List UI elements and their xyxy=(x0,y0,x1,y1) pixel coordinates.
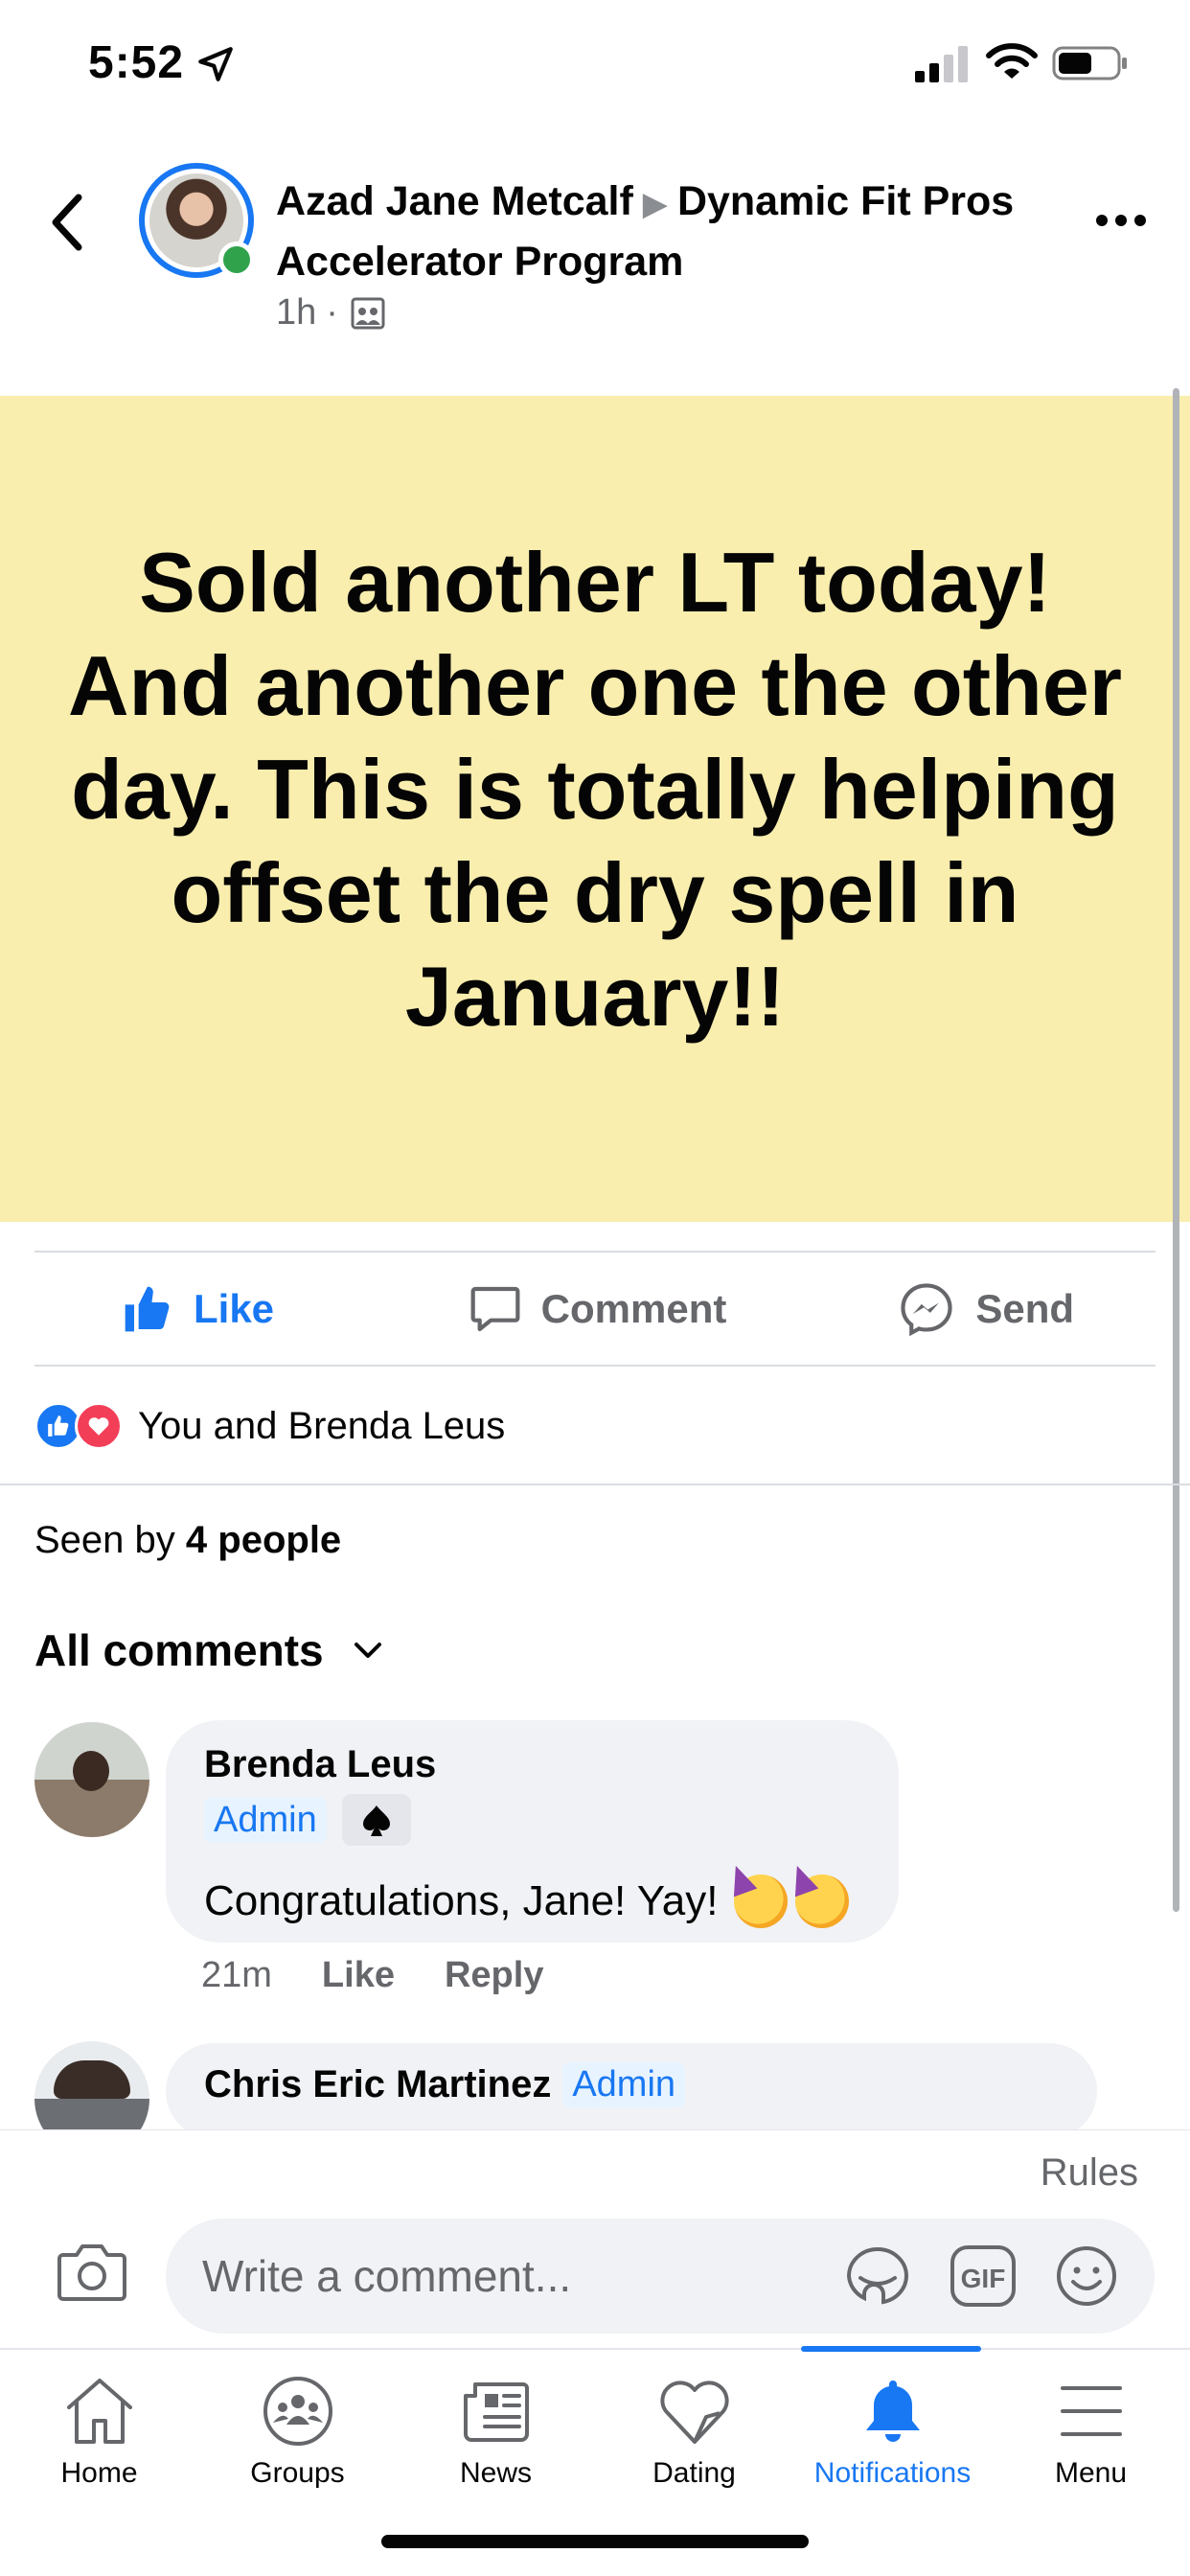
location-arrow-icon xyxy=(198,47,233,81)
send-button[interactable]: Send xyxy=(756,1253,1156,1366)
home-indicator[interactable] xyxy=(381,2535,809,2548)
tab-groups[interactable]: Groups xyxy=(198,2350,397,2494)
divider xyxy=(34,1365,1156,1367)
triangle-right-icon: ▶ xyxy=(642,186,668,222)
post-actions: Like Comment Send xyxy=(34,1253,1156,1366)
status-time: 5:52 xyxy=(88,37,185,88)
emoji-icon[interactable] xyxy=(1052,2243,1121,2309)
seen-prefix: Seen by xyxy=(34,1519,175,1561)
admin-badge[interactable]: Admin xyxy=(562,2062,686,2107)
post-time: 1h xyxy=(276,292,317,333)
comment-bubble-icon xyxy=(470,1286,520,1332)
scrollbar[interactable] xyxy=(1173,388,1179,1912)
group-privacy-icon xyxy=(351,297,385,329)
post-meta: 1h · xyxy=(276,292,386,334)
divider xyxy=(0,1484,1190,1485)
like-label: Like xyxy=(194,1286,275,1331)
tab-home[interactable]: Home xyxy=(0,2350,198,2494)
post-title: Azad Jane Metcalf ▶ Dynamic Fit Pros Accel… xyxy=(276,172,1042,290)
reactions-text: You and Brenda Leus xyxy=(138,1404,506,1447)
tab-menu[interactable]: Menu xyxy=(992,2350,1190,2494)
tab-label: Notifications xyxy=(813,2457,972,2489)
comments-filter[interactable]: All comments xyxy=(34,1624,383,1676)
comment-like-button[interactable]: Like xyxy=(322,1955,395,1996)
commenter-name[interactable]: Chris Eric Martinez xyxy=(204,2063,551,2106)
like-button[interactable]: Like xyxy=(34,1253,439,1366)
tab-notifications[interactable]: Notifications xyxy=(793,2350,992,2494)
comment-composer: Rules GIF xyxy=(0,2129,1190,2348)
love-reaction-icon xyxy=(75,1402,123,1450)
post-header: Azad Jane Metcalf ▶ Dynamic Fit Pros Accel… xyxy=(0,144,1190,374)
comment-meta: 21m Like Reply xyxy=(201,1955,543,1996)
seen-by[interactable]: Seen by 4 people xyxy=(34,1519,341,1562)
tab-label: Menu xyxy=(1054,2457,1128,2489)
admin-badge[interactable]: Admin xyxy=(204,1797,327,1843)
thumbs-up-icon xyxy=(125,1286,170,1332)
tab-news[interactable]: News xyxy=(397,2350,595,2494)
menu-icon xyxy=(1060,2386,1122,2436)
back-chevron-icon[interactable] xyxy=(46,190,88,255)
comment-bubble: Brenda Leus Admin Congratulations, Jane!… xyxy=(166,1720,899,1943)
messenger-icon xyxy=(901,1283,952,1337)
comments-filter-label: All comments xyxy=(34,1625,324,1675)
post-body: Sold another LT today! And another one t… xyxy=(0,396,1190,1222)
news-icon xyxy=(463,2382,529,2442)
bell-icon xyxy=(865,2380,920,2442)
partying-face-emoji xyxy=(733,1874,788,1928)
avatar-sticker-icon[interactable] xyxy=(843,2243,912,2309)
reactions-summary[interactable]: You and Brenda Leus xyxy=(34,1397,505,1455)
partying-face-emoji xyxy=(794,1874,849,1928)
comment-text: Congratulations, Jane! Yay! xyxy=(204,1877,719,1924)
chevron-down-icon xyxy=(354,1643,381,1658)
rules-link[interactable]: Rules xyxy=(1041,2151,1138,2195)
more-options-icon[interactable] xyxy=(1092,206,1150,235)
comment-bubble: Chris Eric Martinez Admin xyxy=(166,2043,1097,2139)
groups-icon xyxy=(263,2377,332,2446)
post-text: Sold another LT today! And another one t… xyxy=(68,535,1122,1044)
comment-button[interactable]: Comment xyxy=(439,1253,757,1366)
online-status-dot xyxy=(218,242,255,278)
home-icon xyxy=(66,2379,132,2444)
tab-label: News xyxy=(459,2457,532,2489)
spade-badge-icon[interactable] xyxy=(341,1794,411,1846)
cellular-signal-icon xyxy=(915,46,968,82)
seen-count: 4 people xyxy=(185,1519,342,1561)
gif-icon[interactable]: GIF xyxy=(949,2243,1018,2309)
tab-dating[interactable]: Dating xyxy=(595,2350,793,2494)
tab-label: Home xyxy=(60,2457,138,2489)
commenter-avatar[interactable] xyxy=(34,1722,149,1837)
status-bar: 5:52 xyxy=(0,0,1190,129)
tab-label: Groups xyxy=(250,2457,345,2489)
camera-icon[interactable] xyxy=(56,2238,128,2303)
battery-icon xyxy=(1052,46,1127,80)
comment-label: Comment xyxy=(540,1286,727,1331)
tab-label: Dating xyxy=(652,2457,736,2489)
send-label: Send xyxy=(975,1286,1075,1331)
author-name[interactable]: Azad Jane Metcalf xyxy=(276,178,633,224)
comment-reply-button[interactable]: Reply xyxy=(445,1955,543,1996)
commenter-name[interactable]: Brenda Leus xyxy=(204,1743,860,1786)
dating-icon xyxy=(659,2380,729,2444)
gif-label: GIF xyxy=(961,2264,1006,2293)
comment-time: 21m xyxy=(201,1955,272,1995)
wifi-icon xyxy=(986,43,1038,79)
meta-separator: · xyxy=(326,292,338,333)
